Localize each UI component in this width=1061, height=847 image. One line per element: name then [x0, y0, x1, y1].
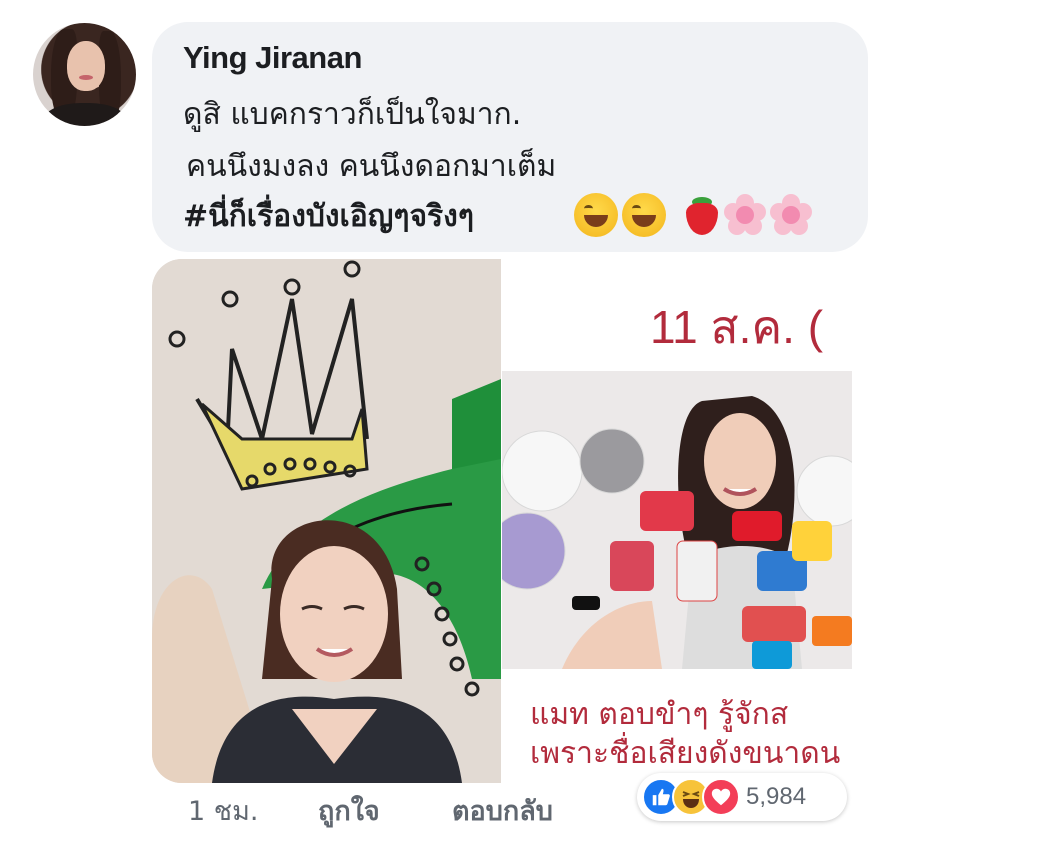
strawberry-emoji-icon: [682, 193, 720, 237]
reactions-summary[interactable]: 5,984: [637, 773, 847, 821]
love-reaction-icon: [702, 778, 740, 816]
image-caption-line: เพราะชื่อเสียงดังขนาดน: [530, 736, 841, 771]
comment-attached-image[interactable]: 11 ส.ค. (แมท ตอบขำๆ รู้จักส เพราะชื่อเส…: [152, 259, 852, 783]
reply-button[interactable]: ตอบกลับ: [452, 789, 553, 832]
laughing-tears-emoji-icon: [574, 193, 618, 237]
comment-emojis: [574, 193, 812, 237]
laughing-tears-emoji-icon: [622, 193, 666, 237]
image-header-date: 11 ส.ค. (: [650, 301, 824, 353]
crown-mural-photo: [152, 259, 501, 783]
commenter-avatar[interactable]: [33, 23, 136, 126]
like-button[interactable]: ถูกใจ: [318, 789, 380, 832]
reaction-count: 5,984: [746, 783, 807, 810]
cherry-blossom-emoji-icon: [724, 194, 766, 236]
comment-text-line: คนนึงมงลง คนนึงดอกมาเต็ม: [186, 149, 557, 184]
comment-text-line: ดูสิ แบคกราวก็เป็นใจมาก.: [183, 97, 522, 132]
press-interview-panel: 11 ส.ค. (แมท ตอบขำๆ รู้จักส เพราะชื่อเส…: [502, 259, 852, 783]
comment-hashtag[interactable]: #นี่ก็เรื่องบังเอิญๆจริงๆ: [183, 193, 474, 240]
comment-timestamp[interactable]: 1 ชม.: [188, 789, 258, 832]
press-interview-photo: [502, 371, 852, 669]
cherry-blossom-emoji-icon: [770, 194, 812, 236]
comment-author-name[interactable]: Ying Jiranan: [183, 40, 362, 76]
